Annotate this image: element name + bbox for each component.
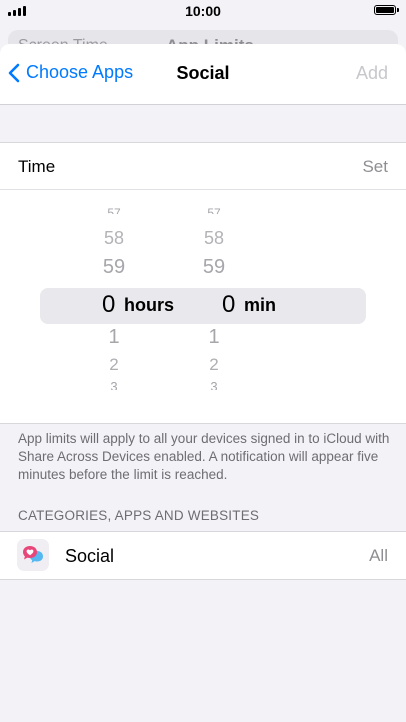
time-value: Set	[362, 157, 388, 176]
time-row[interactable]: Time Set	[0, 143, 406, 190]
time-section: Time Set 57 58 59 1 2 3 57 58 59 1 2 3 0	[0, 142, 406, 424]
hours-option[interactable]: 2	[90, 355, 138, 375]
app-limits-note: App limits will apply to all your device…	[18, 431, 390, 482]
minutes-unit-label: min	[244, 295, 277, 315]
minutes-option[interactable]: 1	[190, 326, 238, 349]
battery-icon	[374, 5, 399, 15]
add-button[interactable]: Add	[356, 63, 388, 84]
category-row-social[interactable]: Social All	[0, 531, 406, 580]
status-time: 10:00	[185, 3, 221, 19]
hours-option[interactable]: 59	[90, 256, 138, 279]
minutes-option[interactable]: 3	[190, 380, 238, 390]
selected-minutes-value: 0	[222, 291, 236, 318]
section-header: CATEGORIES, APPS AND WEBSITES	[18, 508, 260, 523]
selected-hours-value: 0	[102, 291, 116, 318]
category-name: Social	[65, 546, 115, 566]
hours-option[interactable]: 57	[90, 208, 138, 214]
hours-option[interactable]: 58	[90, 228, 138, 249]
minutes-option[interactable]: 57	[190, 208, 238, 214]
minutes-option[interactable]: 58	[190, 228, 238, 249]
hours-unit-label: hours	[124, 295, 175, 315]
social-chat-bubbles-icon	[17, 539, 49, 571]
hours-option[interactable]: 3	[90, 380, 138, 390]
hours-option[interactable]: 1	[90, 326, 138, 349]
status-bar: 10:00	[0, 0, 406, 22]
category-value: All	[369, 546, 388, 565]
time-picker[interactable]: 57 58 59 1 2 3 57 58 59 1 2 3 0 hours 0 …	[0, 190, 406, 423]
sheet: Choose Apps Social Add Time Set 57 58 59…	[0, 44, 406, 722]
minutes-option[interactable]: 2	[190, 355, 238, 375]
page-title: Social	[176, 63, 230, 83]
minutes-option[interactable]: 59	[190, 256, 238, 279]
navigation-bar: Choose Apps Social Add	[0, 44, 406, 105]
time-label: Time	[18, 157, 56, 176]
